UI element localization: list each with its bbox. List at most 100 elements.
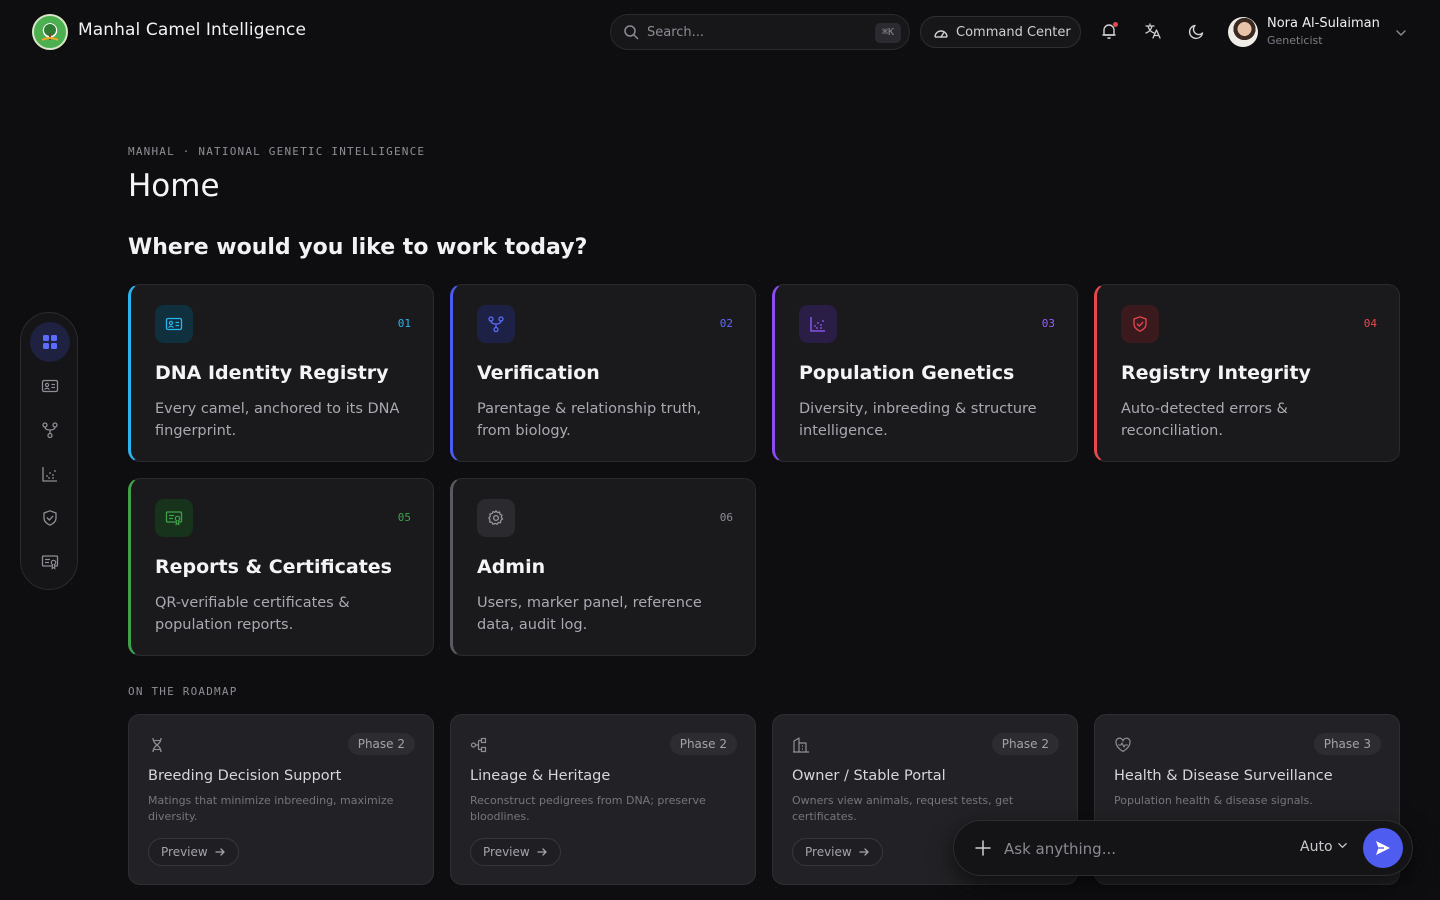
page-title: Home [128, 168, 220, 204]
search-shortcut-badge: ⌘K [874, 23, 901, 43]
sidebar-item-population-genetics[interactable] [30, 454, 70, 494]
module-card-admin[interactable]: 06 Admin Users, marker panel, reference … [450, 478, 756, 656]
roadmap-title: Health & Disease Surveillance [1114, 768, 1333, 784]
roadmap-description: Matings that minimize inbreeding, maximi… [148, 794, 394, 823]
module-card-registry-integrity[interactable]: 04 Registry Integrity Auto-detected erro… [1094, 284, 1400, 462]
roadmap-title: Breeding Decision Support [148, 768, 342, 784]
preview-button[interactable]: Preview [792, 838, 883, 866]
moon-icon[interactable] [1188, 22, 1206, 40]
roadmap-section-label: ON THE ROADMAP [128, 685, 238, 698]
module-card-verification[interactable]: 02 Verification Parentage & relationship… [450, 284, 756, 462]
certificate-icon [41, 555, 59, 570]
module-icon-box [1121, 305, 1159, 343]
notification-dot [1113, 22, 1118, 27]
roadmap-description: Reconstruct pedigrees from DNA; preserve… [470, 794, 706, 823]
grid-icon [43, 335, 57, 349]
branch-icon [488, 316, 504, 333]
sidebar-item-dna-registry[interactable] [30, 366, 70, 406]
app-title[interactable]: Manhal Camel Intelligence [78, 20, 306, 40]
roadmap-card-lineage: Phase 2 Lineage & Heritage Reconstruct p… [450, 714, 756, 885]
app-logo-icon[interactable] [32, 14, 68, 50]
sidebar-item-reports[interactable] [30, 542, 70, 582]
module-card-reports-certificates[interactable]: 05 Reports & Certificates QR-verifiable … [128, 478, 434, 656]
heart-pulse-icon [1115, 737, 1131, 753]
preview-label: Preview [805, 845, 852, 859]
module-icon-box [155, 499, 193, 537]
user-role: Geneticist [1267, 34, 1323, 47]
module-number: 03 [1041, 317, 1055, 330]
certificate-icon [165, 511, 183, 526]
module-number: 06 [719, 511, 733, 524]
user-name[interactable]: Nora Al-Sulaiman [1267, 16, 1380, 31]
module-title: Reports & Certificates [155, 556, 392, 578]
phase-badge: Phase 2 [347, 733, 415, 755]
sidebar-item-registry-integrity[interactable] [30, 498, 70, 538]
roadmap-description: Population health & disease signals. [1114, 794, 1313, 807]
roadmap-title: Owner / Stable Portal [792, 768, 946, 784]
module-title: Verification [477, 362, 600, 384]
shield-check-icon [1133, 316, 1147, 332]
phase-badge: Phase 2 [991, 733, 1059, 755]
module-card-dna-identity-registry[interactable]: 01 DNA Identity Registry Every camel, an… [128, 284, 434, 462]
translate-icon[interactable] [1144, 22, 1162, 40]
module-description: Users, marker panel, reference data, aud… [477, 595, 702, 633]
gauge-icon [934, 30, 948, 38]
roadmap-title: Lineage & Heritage [470, 768, 611, 784]
building-icon [793, 737, 809, 753]
sidebar-item-verification[interactable] [30, 410, 70, 450]
preview-button[interactable]: Preview [470, 838, 561, 866]
mode-selector[interactable]: Auto [1300, 839, 1348, 855]
pedigree-icon [470, 737, 487, 753]
section-heading: Where would you like to work today? [128, 235, 588, 260]
id-card-icon [41, 379, 59, 393]
ask-bar: Auto [953, 820, 1413, 876]
mode-label: Auto [1300, 839, 1333, 855]
avatar[interactable] [1228, 17, 1258, 47]
module-description: QR-verifiable certificates & population … [155, 595, 350, 633]
roadmap-card-breeding: Phase 2 Breeding Decision Support Mating… [128, 714, 434, 885]
module-title: DNA Identity Registry [155, 362, 389, 384]
gear-icon [488, 510, 504, 525]
chevron-down-icon [1337, 843, 1347, 848]
preview-label: Preview [483, 845, 530, 859]
sidebar-item-home[interactable] [30, 322, 70, 362]
search-bar[interactable]: Search... ⌘K [610, 14, 910, 50]
module-description: Auto-detected errors & reconciliation. [1121, 401, 1288, 439]
scatter-chart-icon [42, 467, 57, 482]
command-center-button[interactable]: Command Center [920, 16, 1081, 48]
module-icon-box [477, 305, 515, 343]
module-number: 02 [719, 317, 733, 330]
send-button[interactable] [1363, 828, 1403, 868]
module-card-population-genetics[interactable]: 03 Population Genetics Diversity, inbree… [772, 284, 1078, 462]
module-number: 05 [397, 511, 411, 524]
module-description: Diversity, inbreeding & structure intell… [799, 401, 1037, 439]
module-number: 04 [1363, 317, 1377, 330]
send-icon [1376, 841, 1390, 855]
arrow-right-icon [537, 848, 547, 856]
search-icon [624, 25, 639, 40]
sidebar-rail [20, 312, 78, 590]
chevron-down-icon[interactable] [1395, 27, 1407, 39]
module-icon-box [799, 305, 837, 343]
module-title: Admin [477, 556, 546, 578]
id-card-icon [165, 317, 183, 331]
module-title: Population Genetics [799, 362, 1015, 384]
breadcrumb: MANHAL · NATIONAL GENETIC INTELLIGENCE [128, 145, 426, 158]
preview-label: Preview [161, 845, 208, 859]
phase-badge: Phase 3 [1313, 733, 1381, 755]
ask-input[interactable] [1004, 837, 1284, 861]
command-center-label: Command Center [956, 25, 1071, 40]
module-title: Registry Integrity [1121, 362, 1311, 384]
phase-badge: Phase 2 [669, 733, 737, 755]
arrow-right-icon [215, 848, 225, 856]
preview-button[interactable]: Preview [148, 838, 239, 866]
module-description: Parentage & relationship truth, from bio… [477, 401, 702, 439]
module-icon-box [477, 499, 515, 537]
plus-icon[interactable] [974, 839, 992, 857]
arrow-right-icon [859, 848, 869, 856]
top-bar: Manhal Camel Intelligence Search... ⌘K C… [0, 0, 1440, 64]
dna-icon [152, 737, 162, 753]
module-icon-box [155, 305, 193, 343]
module-description: Every camel, anchored to its DNA fingerp… [155, 401, 400, 439]
branch-icon [42, 422, 58, 439]
